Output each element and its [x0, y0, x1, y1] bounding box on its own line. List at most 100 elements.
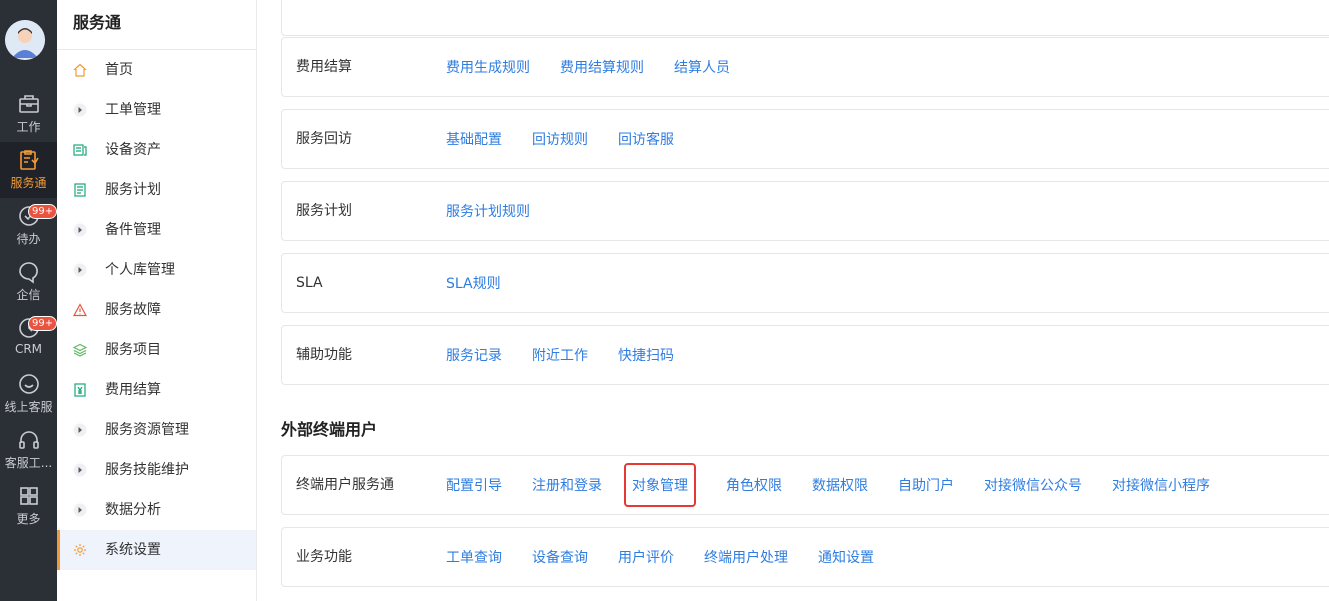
- rail-item-online-service[interactable]: 线上客服: [0, 372, 57, 424]
- link-config-guide[interactable]: 配置引导: [446, 475, 502, 495]
- settings-card-aux: 辅助功能 服务记录 附近工作 快捷扫码: [281, 325, 1329, 385]
- link-workorder-query[interactable]: 工单查询: [446, 547, 502, 567]
- plan-doc-icon: [74, 183, 86, 197]
- link-fee-settlement-rules[interactable]: 费用结算规则: [560, 57, 644, 77]
- menu-item-label: 首页: [105, 62, 133, 78]
- gear-icon: [74, 544, 86, 556]
- link-settlement-staff[interactable]: 结算人员: [674, 57, 730, 77]
- expand-arrow-icon: [73, 103, 87, 117]
- menu-item-settings[interactable]: 系统设置: [57, 530, 256, 570]
- settings-card-sla: SLA SLA规则: [281, 253, 1329, 313]
- yuan-doc-icon: [74, 383, 86, 397]
- rail-item-crm[interactable]: CRM 99+: [0, 316, 58, 368]
- link-revisit-agents[interactable]: 回访客服: [618, 129, 674, 149]
- menu-item-service-plan[interactable]: 服务计划: [57, 170, 256, 210]
- rail-item-label: CRM: [14, 342, 43, 356]
- link-role-permissions[interactable]: 角色权限: [726, 475, 782, 495]
- card-label: 服务回访: [296, 131, 352, 147]
- rail-item-service[interactable]: 服务通: [0, 142, 57, 198]
- settings-card-billing: 费用结算 费用生成规则 费用结算规则 结算人员: [281, 37, 1329, 97]
- service-menu: 服务通 首页 工单管理 设备资产 服务计划 备件管理 个人库管理 服务故障 服务…: [57, 0, 257, 601]
- rail-item-label: 更多: [16, 512, 41, 526]
- menu-item-assets[interactable]: 设备资产: [57, 130, 256, 170]
- link-sla-rules[interactable]: SLA规则: [446, 273, 501, 293]
- menu-item-label: 服务项目: [105, 342, 161, 358]
- card-label: 终端用户服务通: [296, 477, 394, 493]
- link-end-user-handling[interactable]: 终端用户处理: [704, 547, 788, 567]
- card-label: 辅助功能: [296, 347, 352, 363]
- briefcase-icon: [18, 95, 39, 113]
- smile-chat-icon: [18, 374, 39, 394]
- settings-card-business: 业务功能 工单查询 设备查询 用户评价 终端用户处理 通知设置: [281, 527, 1329, 587]
- menu-item-label: 数据分析: [105, 502, 161, 518]
- menu-item-spare-parts[interactable]: 备件管理: [57, 210, 256, 250]
- menu-item-billing[interactable]: 费用结算: [57, 370, 256, 410]
- home-icon: [73, 63, 87, 77]
- link-nearby-work[interactable]: 附近工作: [532, 345, 588, 365]
- menu-item-resources[interactable]: 服务资源管理: [57, 410, 256, 450]
- rail-item-label: 服务通: [10, 176, 47, 190]
- avatar[interactable]: [5, 20, 45, 60]
- menu-item-workorder[interactable]: 工单管理: [57, 90, 256, 130]
- menu-item-label: 系统设置: [105, 542, 161, 558]
- settings-card-cut: [281, 0, 1329, 36]
- rail-item-work[interactable]: 工作: [0, 92, 57, 144]
- link-data-permissions[interactable]: 数据权限: [812, 475, 868, 495]
- menu-item-label: 设备资产: [105, 142, 161, 158]
- settings-card-end-user: 终端用户服务通 配置引导 注册和登录 对象管理 角色权限 数据权限 自助门户 对…: [281, 455, 1329, 515]
- menu-item-home[interactable]: 首页: [57, 50, 256, 90]
- card-label: 费用结算: [296, 59, 352, 75]
- menu-item-label: 服务故障: [105, 302, 161, 318]
- menu-item-service-items[interactable]: 服务项目: [57, 330, 256, 370]
- settings-content: 费用结算 费用生成规则 费用结算规则 结算人员 服务回访 基础配置 回访规则 回…: [257, 0, 1329, 601]
- menu-item-label: 个人库管理: [105, 262, 175, 278]
- expand-arrow-icon: [73, 223, 87, 237]
- expand-arrow-icon: [73, 503, 87, 517]
- link-register-login[interactable]: 注册和登录: [532, 475, 602, 495]
- link-wechat-mini-program[interactable]: 对接微信小程序: [1112, 475, 1210, 495]
- settings-card-service-plan: 服务计划 服务计划规则: [281, 181, 1329, 241]
- grid-icon: [19, 487, 38, 505]
- link-wechat-official-account[interactable]: 对接微信公众号: [984, 475, 1082, 495]
- menu-item-label: 服务计划: [105, 182, 161, 198]
- expand-arrow-icon: [73, 463, 87, 477]
- rail-item-more[interactable]: 更多: [0, 484, 57, 536]
- rail-item-message[interactable]: 企信: [0, 260, 57, 312]
- rail-item-todo[interactable]: 待办 99+: [0, 204, 58, 256]
- menu-item-label: 费用结算: [105, 382, 161, 398]
- warning-icon: [73, 303, 87, 317]
- layers-icon: [73, 343, 87, 357]
- menu-item-service-fault[interactable]: 服务故障: [57, 290, 256, 330]
- link-fee-generation-rules[interactable]: 费用生成规则: [446, 57, 530, 77]
- rail-item-label: 客服工...: [4, 456, 53, 470]
- link-notification-settings[interactable]: 通知设置: [818, 547, 874, 567]
- link-self-service-portal[interactable]: 自助门户: [898, 475, 954, 495]
- expand-arrow-icon: [73, 423, 87, 437]
- menu-item-analytics[interactable]: 数据分析: [57, 490, 256, 530]
- menu-item-label: 服务技能维护: [105, 462, 189, 478]
- rail-item-label: 待办: [16, 232, 41, 246]
- app-rail: 工作 服务通 待办 99+ 企信 CRM 99+ 线上客服 客服工... 更多: [0, 0, 58, 601]
- link-service-records[interactable]: 服务记录: [446, 345, 502, 365]
- link-service-plan-rules[interactable]: 服务计划规则: [446, 201, 530, 221]
- rail-item-service-desk[interactable]: 客服工...: [0, 428, 57, 480]
- link-revisit-rules[interactable]: 回访规则: [532, 129, 588, 149]
- section-title-external-users: 外部终端用户: [281, 420, 378, 439]
- service-clipboard-icon: [19, 150, 39, 170]
- link-basic-config[interactable]: 基础配置: [446, 129, 502, 149]
- link-quick-scan[interactable]: 快捷扫码: [618, 345, 674, 365]
- menu-item-skills[interactable]: 服务技能维护: [57, 450, 256, 490]
- link-object-management[interactable]: 对象管理: [624, 463, 696, 507]
- rail-item-label: 工作: [16, 120, 41, 134]
- menu-title: 服务通: [57, 0, 256, 50]
- notification-badge: 99+: [28, 316, 58, 331]
- card-label: 服务计划: [296, 203, 352, 219]
- chat-bubble-icon: [18, 262, 38, 284]
- rail-item-label: 线上客服: [4, 400, 53, 414]
- expand-arrow-icon: [73, 263, 87, 277]
- menu-item-label: 工单管理: [105, 102, 161, 118]
- link-user-rating[interactable]: 用户评价: [618, 547, 674, 567]
- link-device-query[interactable]: 设备查询: [532, 547, 588, 567]
- notification-badge: 99+: [28, 204, 58, 219]
- menu-item-personal-stock[interactable]: 个人库管理: [57, 250, 256, 290]
